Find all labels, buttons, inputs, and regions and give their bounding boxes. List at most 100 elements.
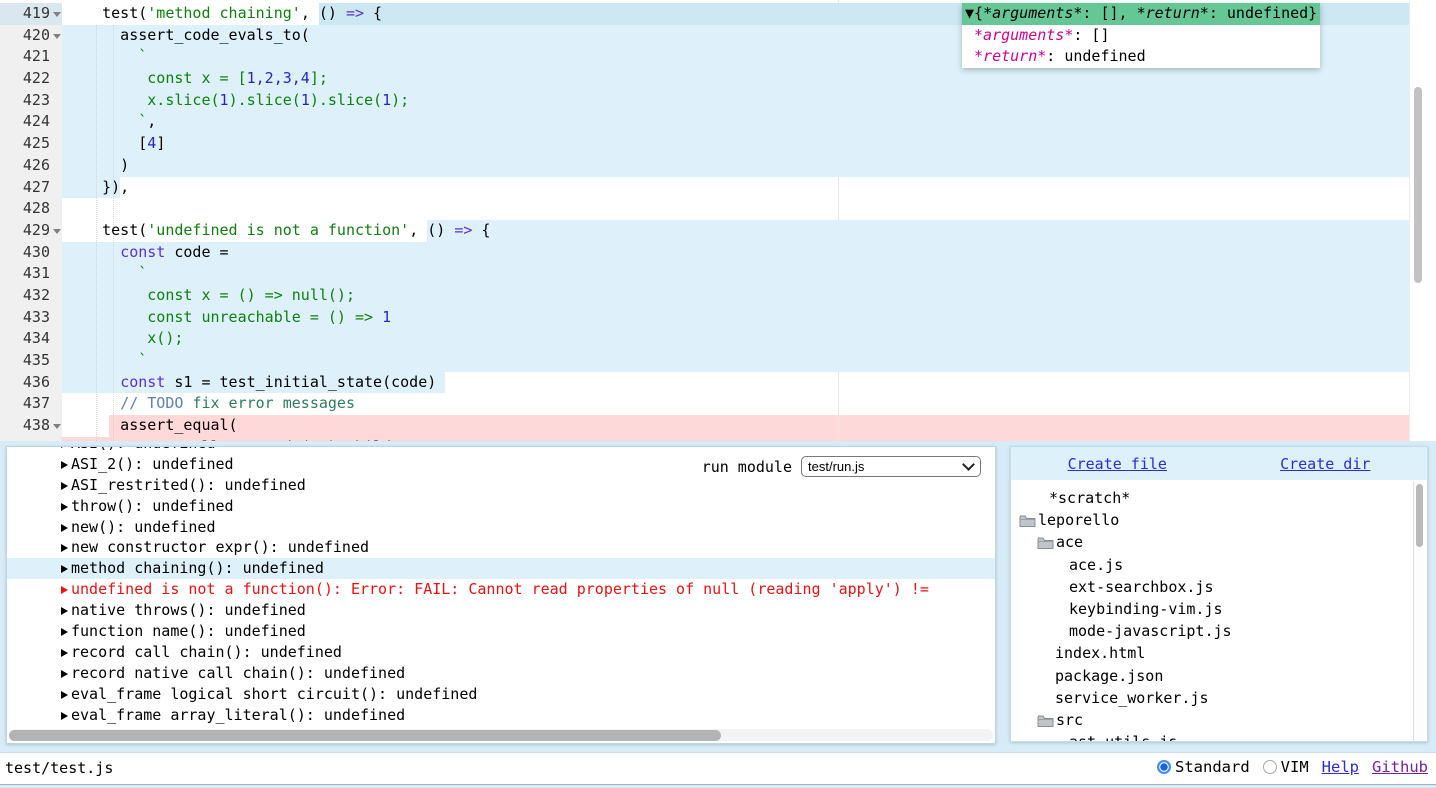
gutter-cell: 434 xyxy=(0,328,62,350)
expand-arrow-icon[interactable] xyxy=(61,482,68,490)
test-result-item[interactable]: record call chain(): undefined xyxy=(7,642,995,663)
editor-scrollbar-thumb[interactable] xyxy=(1414,87,1422,283)
file-item[interactable]: *scratch* xyxy=(1011,487,1427,509)
expand-arrow-icon[interactable] xyxy=(61,503,68,511)
code-line-430[interactable]: const code =430 xyxy=(0,242,1436,264)
code-line-422[interactable]: const x = [1,2,3,4];422 xyxy=(0,68,1436,90)
fold-arrow-icon[interactable] xyxy=(53,12,61,17)
help-link[interactable]: Help xyxy=(1322,758,1359,776)
test-result-item[interactable]: eval_frame array_literal(): undefined xyxy=(7,705,995,726)
expand-arrow-icon[interactable] xyxy=(61,649,68,657)
code-line-433[interactable]: const unreachable = () => 1433 xyxy=(0,307,1436,329)
file-item[interactable]: ast_utils.js xyxy=(1011,731,1427,742)
expand-arrow-icon[interactable] xyxy=(61,461,68,469)
test-result-item[interactable]: function name(): undefined xyxy=(7,621,995,642)
code-line-text: ` xyxy=(66,46,147,68)
value-inspector-tooltip[interactable]: ▼{*arguments*: [], *return*: undefined} … xyxy=(962,3,1320,68)
code-line-432[interactable]: const x = () => null();432 xyxy=(0,285,1436,307)
test-result-item[interactable]: ASI_restrited(): undefined xyxy=(7,475,995,496)
calltree-panel[interactable]: run module test/run.js ASI(): undefined A… xyxy=(6,446,996,744)
test-result-item[interactable]: ASI(): undefined xyxy=(7,446,995,454)
module-select[interactable]: test/run.js xyxy=(801,456,981,477)
line-number: 421 xyxy=(23,46,50,68)
code-line-429[interactable]: test('undefined is not a function', () =… xyxy=(0,220,1436,242)
keybinding-standard-option[interactable]: Standard xyxy=(1157,758,1250,776)
code-line-439[interactable]: root_calltree_node(s1).children439 xyxy=(0,437,1436,441)
file-item[interactable]: ace.js xyxy=(1011,554,1427,576)
code-token: x(); xyxy=(66,329,183,347)
code-line-text: const x = [1,2,3,4]; xyxy=(66,68,328,90)
fold-arrow-icon[interactable] xyxy=(53,229,61,234)
code-line-text: ` xyxy=(66,350,147,372)
code-token: ] xyxy=(156,134,165,152)
run-module-label: run module xyxy=(702,458,792,476)
code-line-424[interactable]: `,424 xyxy=(0,111,1436,133)
status-bar-right: Standard VIM Help Github xyxy=(1157,758,1428,776)
code-token: => xyxy=(346,4,364,22)
code-line-423[interactable]: x.slice(1).slice(1).slice(1);423 xyxy=(0,90,1436,112)
file-item[interactable]: mode-javascript.js xyxy=(1011,620,1427,642)
test-result-item[interactable]: record native call chain(): undefined xyxy=(7,663,995,684)
code-line-434[interactable]: x();434 xyxy=(0,328,1436,350)
expand-arrow-icon[interactable] xyxy=(61,586,68,594)
test-result-item[interactable]: new constructor expr(): undefined xyxy=(7,537,995,558)
code-line-431[interactable]: `431 xyxy=(0,263,1436,285)
code-token: const unreachable = () => xyxy=(66,308,382,326)
test-result-item[interactable]: new(): undefined xyxy=(7,517,995,538)
code-line-text: const s1 = test_initial_state(code) xyxy=(66,372,436,394)
line-highlight xyxy=(109,415,1410,437)
folder-item[interactable]: src xyxy=(1011,709,1427,731)
expand-arrow-icon[interactable] xyxy=(61,524,68,532)
test-result-item[interactable]: eval_frame logical short circuit(): unde… xyxy=(7,684,995,705)
expand-arrow-icon[interactable] xyxy=(61,607,68,615)
file-item[interactable]: ext-searchbox.js xyxy=(1011,576,1427,598)
radio-selected-icon[interactable] xyxy=(1157,760,1171,774)
expand-arrow-icon[interactable] xyxy=(61,628,68,636)
horizontal-scrollbar-thumb[interactable] xyxy=(9,730,721,741)
expand-arrow-icon[interactable] xyxy=(61,712,68,720)
code-line-436[interactable]: const s1 = test_initial_state(code)436 xyxy=(0,372,1436,394)
expand-arrow-icon[interactable] xyxy=(61,691,68,699)
folder-item[interactable]: ace xyxy=(1011,531,1427,553)
github-link[interactable]: Github xyxy=(1372,758,1428,776)
test-result-item[interactable]: method chaining(): undefined xyxy=(7,558,995,579)
code-editor[interactable]: test('method chaining', () => {419 asser… xyxy=(0,0,1436,441)
inspector-row[interactable]: *return*: undefined xyxy=(962,46,1320,68)
code-line-437[interactable]: // TODO fix error messages437 xyxy=(0,393,1436,415)
line-highlight xyxy=(62,133,1410,155)
expand-arrow-icon[interactable] xyxy=(61,544,68,552)
inspector-row[interactable]: *arguments*: [] xyxy=(962,25,1320,47)
file-scrollbar-thumb[interactable] xyxy=(1416,484,1423,547)
test-result-item[interactable]: throw(): undefined xyxy=(7,496,995,517)
file-item[interactable]: keybinding-vim.js xyxy=(1011,598,1427,620)
line-number: 424 xyxy=(23,111,50,133)
code-line-425[interactable]: [4]425 xyxy=(0,133,1436,155)
code-line-426[interactable]: )426 xyxy=(0,155,1436,177)
test-result-item[interactable]: native throws(): undefined xyxy=(7,600,995,621)
fold-arrow-icon[interactable] xyxy=(53,34,61,39)
code-token: { xyxy=(472,221,490,239)
expand-arrow-icon[interactable] xyxy=(61,565,68,573)
code-line-435[interactable]: `435 xyxy=(0,350,1436,372)
code-line-428[interactable]: 428 xyxy=(0,198,1436,220)
create-dir-link[interactable]: Create dir xyxy=(1280,455,1370,473)
expand-arrow-icon[interactable] xyxy=(61,670,68,678)
expand-arrow-icon[interactable] xyxy=(61,446,68,448)
keybinding-vim-option[interactable]: VIM xyxy=(1263,758,1309,776)
test-result-item[interactable]: undefined is not a function(): Error: FA… xyxy=(7,579,995,600)
fold-arrow-icon[interactable] xyxy=(53,424,61,429)
code-token: , () xyxy=(301,4,346,22)
file-item[interactable]: service_worker.js xyxy=(1011,687,1427,709)
file-item[interactable]: package.json xyxy=(1011,665,1427,687)
radio-unselected-icon[interactable] xyxy=(1263,760,1277,774)
file-item[interactable]: index.html xyxy=(1011,642,1427,664)
create-file-link[interactable]: Create file xyxy=(1068,455,1167,473)
code-line-438[interactable]: assert_equal(438 xyxy=(0,415,1436,437)
folder-item[interactable]: leporello xyxy=(1011,509,1427,531)
line-number: 420 xyxy=(23,25,50,47)
gutter-cell: 429 xyxy=(0,220,62,242)
code-line-427[interactable]: }),427 xyxy=(0,177,1436,199)
code-token: test( xyxy=(66,221,147,239)
test-result-label: record call chain(): undefined xyxy=(71,643,342,661)
inspector-header[interactable]: ▼{*arguments*: [], *return*: undefined} xyxy=(962,3,1320,25)
